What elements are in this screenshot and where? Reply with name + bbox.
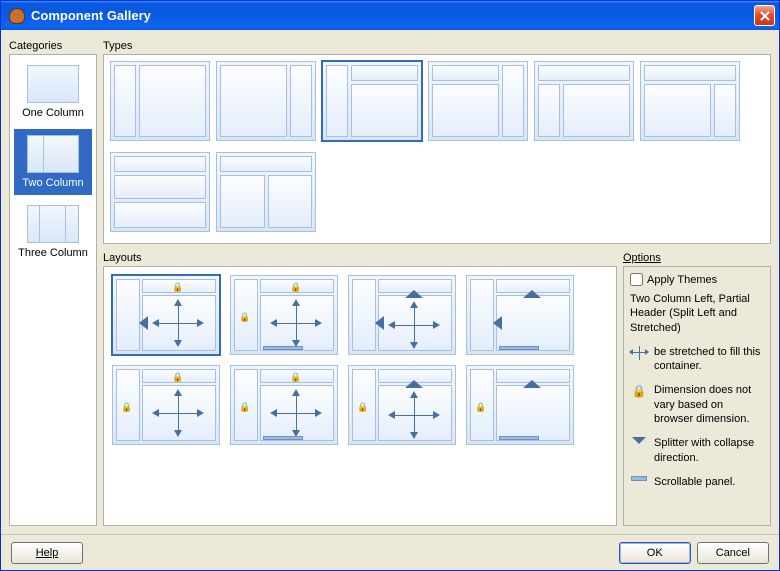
scrollbar-icon <box>630 475 648 481</box>
category-two-column[interactable]: Two Column <box>14 129 92 195</box>
legend-text: Scrollable panel. <box>654 475 735 489</box>
scrollbar-icon <box>263 346 303 350</box>
lower-panel: Layouts 🔒 🔒 <box>103 250 771 526</box>
categories-list: One Column Two Column Three Column <box>9 54 97 526</box>
layout-item[interactable]: 🔒 <box>466 365 574 445</box>
app-icon <box>9 8 25 24</box>
options-label: Options <box>623 250 771 266</box>
type-item[interactable] <box>322 61 422 141</box>
lock-icon: 🔒 <box>173 372 183 382</box>
layout-description: Two Column Left, Partial Header (Split L… <box>630 292 764 335</box>
footer: Help OK Cancel <box>1 534 779 570</box>
splitter-left-icon <box>139 316 148 330</box>
type-item[interactable] <box>428 61 528 141</box>
legend-text: Splitter with collapse direction. <box>654 436 764 465</box>
lock-icon: 🔒 <box>291 282 301 292</box>
splitter-left-icon <box>375 316 384 330</box>
lock-icon: 🔒 <box>476 402 486 412</box>
lock-icon: 🔒 <box>122 402 132 412</box>
legend-scrollable: Scrollable panel. <box>630 475 764 489</box>
type-item[interactable] <box>110 61 210 141</box>
titlebar[interactable]: Component Gallery <box>1 1 779 30</box>
apply-themes-input[interactable] <box>630 273 643 286</box>
layout-item[interactable]: 🔒 🔒 <box>230 365 338 445</box>
layouts-list: 🔒 🔒 🔒 <box>103 266 617 526</box>
lock-icon: 🔒 <box>358 402 368 412</box>
types-list <box>103 54 771 244</box>
splitter-left-icon <box>493 316 502 330</box>
stretch-icon <box>414 397 415 433</box>
category-thumb <box>27 65 79 103</box>
category-one-column[interactable]: One Column <box>14 59 92 125</box>
category-thumb <box>27 205 79 243</box>
help-button[interactable]: Help <box>11 542 83 564</box>
legend-splitter: Splitter with collapse direction. <box>630 436 764 465</box>
layout-item[interactable]: 🔒 🔒 <box>112 365 220 445</box>
legend-text: be stretched to fill this container. <box>654 345 764 374</box>
type-item[interactable] <box>216 152 316 232</box>
category-label: Three Column <box>18 247 88 259</box>
stretch-icon <box>178 305 179 341</box>
stretch-icon <box>414 307 415 343</box>
layout-item[interactable]: 🔒 <box>348 365 456 445</box>
layouts-label: Layouts <box>103 250 617 266</box>
apply-themes-label: Apply Themes <box>647 274 717 286</box>
stretch-icon <box>178 395 179 431</box>
type-item[interactable] <box>216 61 316 141</box>
lock-icon: 🔒 <box>291 372 301 382</box>
stretch-icon <box>630 345 648 360</box>
close-button[interactable] <box>754 5 775 26</box>
splitter-up-icon <box>405 380 423 388</box>
categories-panel: Categories One Column Two Column Three C… <box>9 38 97 526</box>
category-label: One Column <box>22 107 84 119</box>
legend-stretch: be stretched to fill this container. <box>630 345 764 374</box>
legend-lock: 🔒 Dimension does not vary based on brows… <box>630 383 764 426</box>
layout-item[interactable]: 🔒 🔒 <box>230 275 338 355</box>
type-item[interactable] <box>640 61 740 141</box>
types-label: Types <box>103 38 771 54</box>
layout-item[interactable] <box>466 275 574 355</box>
window-title: Component Gallery <box>29 8 754 23</box>
splitter-up-icon <box>405 290 423 298</box>
type-item[interactable] <box>110 152 210 232</box>
category-three-column[interactable]: Three Column <box>14 199 92 265</box>
legend-text: Dimension does not vary based on browser… <box>654 383 764 426</box>
splitter-up-icon <box>523 290 541 298</box>
layouts-panel: Layouts 🔒 🔒 <box>103 250 617 526</box>
layout-item[interactable]: 🔒 <box>112 275 220 355</box>
stretch-icon <box>296 305 297 341</box>
lock-icon: 🔒 <box>240 312 250 322</box>
lock-icon: 🔒 <box>630 383 648 400</box>
scrollbar-icon <box>499 346 539 350</box>
close-icon <box>760 11 770 21</box>
apply-themes-checkbox[interactable]: Apply Themes <box>630 273 764 286</box>
type-item[interactable] <box>534 61 634 141</box>
options-panel: Options Apply Themes Two Column Left, Pa… <box>623 250 771 526</box>
categories-label: Categories <box>9 38 97 54</box>
cancel-button[interactable]: Cancel <box>697 542 769 564</box>
right-panel: Types <box>103 38 771 526</box>
splitter-up-icon <box>523 380 541 388</box>
stretch-icon <box>296 395 297 431</box>
category-thumb <box>27 135 79 173</box>
types-panel: Types <box>103 38 771 244</box>
content-area: Categories One Column Two Column Three C… <box>1 30 779 534</box>
dialog-window: Component Gallery Categories One Column … <box>0 0 780 571</box>
lock-icon: 🔒 <box>240 402 250 412</box>
layout-item[interactable] <box>348 275 456 355</box>
lock-icon: 🔒 <box>173 282 183 292</box>
ok-button[interactable]: OK <box>619 542 691 564</box>
scrollbar-icon <box>263 436 303 440</box>
scrollbar-icon <box>499 436 539 440</box>
splitter-icon <box>630 436 648 444</box>
options-box: Apply Themes Two Column Left, Partial He… <box>623 266 771 526</box>
category-label: Two Column <box>22 177 83 189</box>
